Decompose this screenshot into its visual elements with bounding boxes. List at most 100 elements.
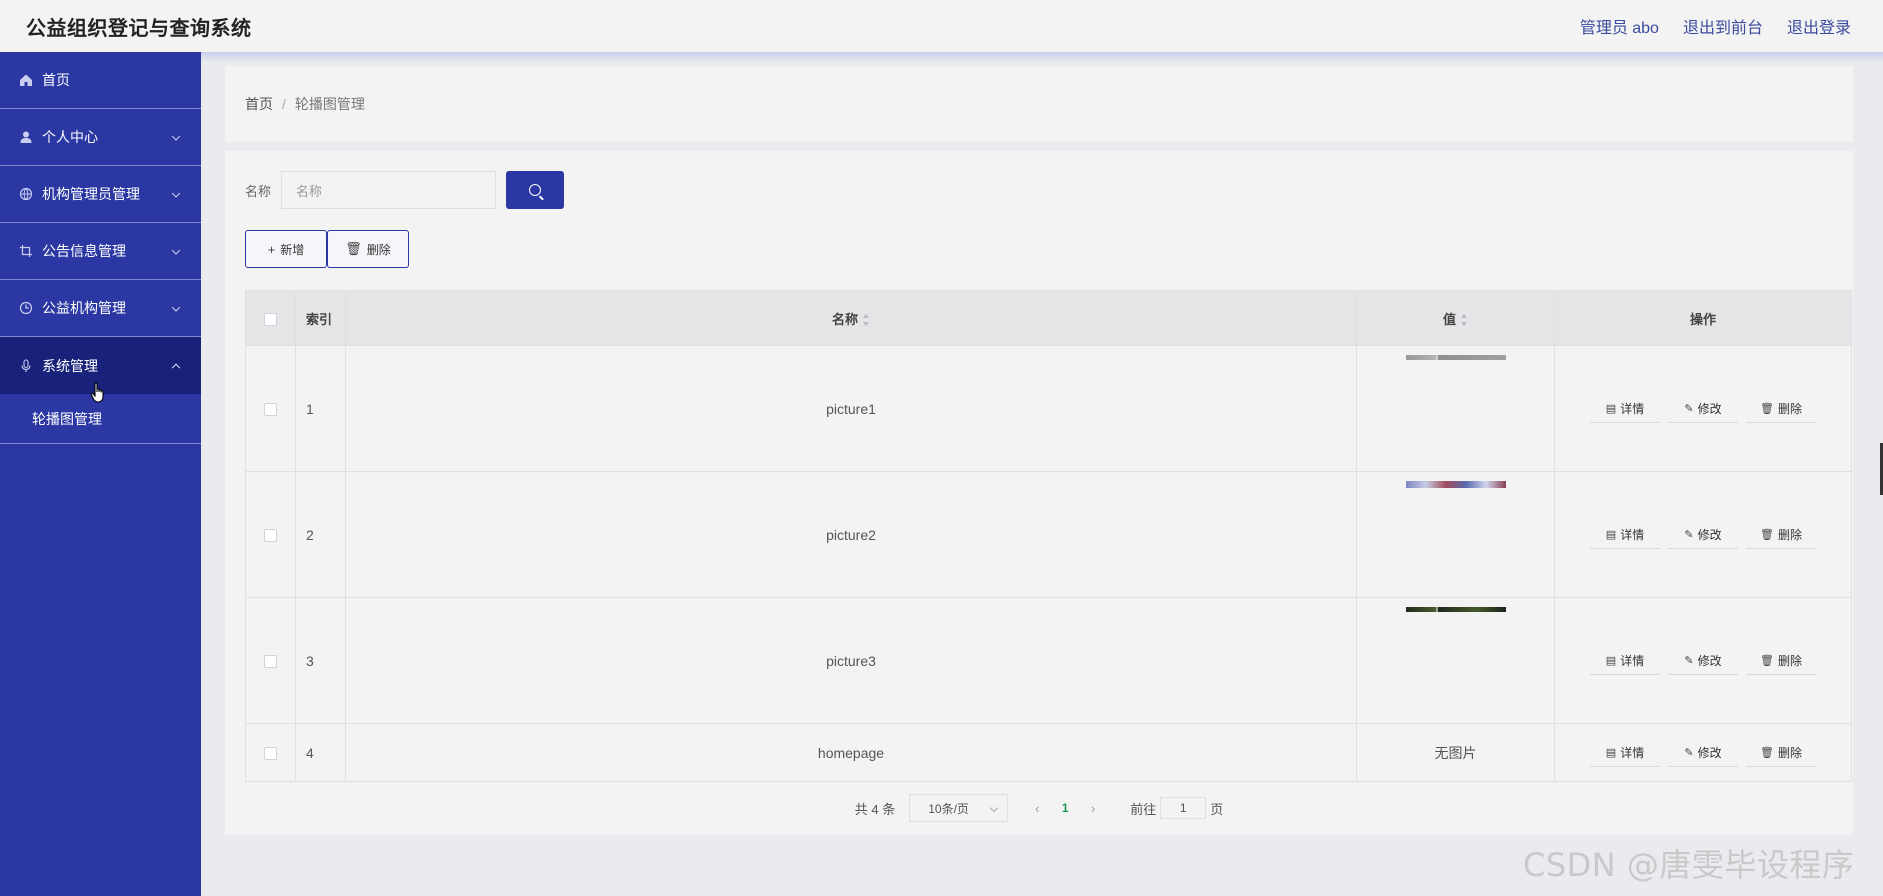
page-size-select[interactable]: 10条/页 — [909, 794, 1009, 822]
goto-label: 前往 — [1130, 801, 1157, 817]
sidebar-item-notice[interactable]: 公告信息管理 — [0, 223, 201, 280]
pencil-icon: ✎ — [1684, 402, 1694, 415]
sidebar-item-label: 公告信息管理 — [42, 243, 126, 259]
pagination: 共 4 条 10条/页 ‹ 1 › 前往 1 页 — [225, 794, 1853, 822]
edit-label: 修改 — [1697, 653, 1722, 668]
delete-button[interactable]: 🗑 删除 — [1746, 739, 1816, 767]
detail-button[interactable]: ▤ 详情 — [1590, 739, 1660, 767]
row-value-text: 无图片 — [1356, 723, 1555, 782]
edit-label: 修改 — [1697, 401, 1722, 416]
admin-user-link[interactable]: 管理员 abo — [1580, 14, 1659, 38]
row-name: homepage — [345, 723, 1357, 782]
pagination-goto: 前往 1 页 — [1130, 797, 1223, 819]
row-checkbox[interactable] — [264, 655, 277, 669]
row-value-image — [1356, 471, 1555, 598]
page-number-current[interactable]: 1 — [1052, 801, 1078, 815]
chevron-down-icon — [171, 303, 181, 312]
sort-icon[interactable] — [863, 314, 870, 327]
add-button-label: 新增 — [280, 242, 305, 257]
breadcrumb-home[interactable]: 首页 — [245, 94, 273, 114]
select-all-checkbox[interactable] — [264, 312, 277, 326]
table-row: 4 homepage 无图片 ▤ 详情 ✎ 修改 🗑 删除 — [245, 723, 1852, 782]
row-name: picture1 — [345, 345, 1357, 472]
row-value-image — [1356, 597, 1555, 724]
sidebar-item-personal-center[interactable]: 个人中心 — [0, 109, 201, 166]
carousel-table: 索引 名称 值 操作 1 picture1 ▤ 详情 ✎ 修改 🗑 删除 2 p… — [245, 290, 1852, 782]
add-button[interactable]: + 新增 — [245, 230, 327, 268]
delete-button-label: 删除 — [366, 242, 391, 257]
row-index: 3 — [295, 597, 346, 724]
detail-button[interactable]: ▤ 详情 — [1590, 647, 1660, 675]
row-name: picture2 — [345, 471, 1357, 598]
row-name: picture3 — [345, 597, 1357, 724]
prev-page-icon[interactable]: ‹ — [1022, 801, 1052, 816]
detail-button[interactable]: ▤ 详情 — [1590, 395, 1660, 423]
sidebar-item-label: 首页 — [42, 72, 70, 88]
row-ops: ▤ 详情 ✎ 修改 🗑 删除 — [1554, 345, 1852, 472]
chevron-down-icon — [171, 189, 181, 198]
header-value[interactable]: 值 — [1356, 290, 1555, 346]
row-value-image — [1356, 345, 1555, 472]
chevron-down-icon — [171, 246, 181, 255]
sidebar-item-label: 机构管理员管理 — [42, 186, 140, 202]
delete-label: 删除 — [1777, 401, 1802, 416]
sidebar: 首页 个人中心 机构管理员管理 公告信息管理 公益机构管理 系统管理 轮播图管理 — [0, 52, 201, 896]
table-row: 3 picture3 ▤ 详情 ✎ 修改 🗑 删除 — [245, 597, 1852, 724]
thumbnail-image — [1405, 481, 1506, 488]
row-checkbox[interactable] — [264, 747, 277, 761]
detail-button[interactable]: ▤ 详情 — [1590, 521, 1660, 549]
row-ops: ▤ 详情 ✎ 修改 🗑 删除 — [1554, 597, 1852, 724]
plus-icon: + — [267, 241, 276, 257]
hand-cursor-icon — [90, 382, 104, 403]
sidebar-item-charity-org[interactable]: 公益机构管理 — [0, 280, 201, 337]
breadcrumb-separator: / — [282, 96, 286, 112]
row-ops: ▤ 详情 ✎ 修改 🗑 删除 — [1554, 471, 1852, 598]
table-header-row: 索引 名称 值 操作 — [245, 290, 1852, 346]
trash-icon: 🗑 — [1760, 402, 1774, 415]
delete-button[interactable]: 🗑 删除 — [1746, 521, 1816, 549]
trash-icon: 🗑 — [345, 241, 362, 256]
search-button[interactable] — [506, 171, 565, 209]
goto-page-input[interactable]: 1 — [1160, 797, 1207, 819]
row-checkbox[interactable] — [264, 529, 277, 543]
to-front-link[interactable]: 退出到前台 — [1683, 14, 1763, 38]
row-checkbox[interactable] — [264, 403, 277, 417]
chevron-up-icon — [171, 363, 181, 372]
trash-icon: 🗑 — [1760, 528, 1774, 541]
delete-label: 删除 — [1777, 653, 1802, 668]
edit-button[interactable]: ✎ 修改 — [1668, 521, 1738, 549]
search-icon — [529, 184, 542, 196]
select-all-cell — [245, 290, 296, 346]
next-page-icon[interactable]: › — [1078, 801, 1108, 816]
edit-label: 修改 — [1697, 527, 1722, 542]
edit-button[interactable]: ✎ 修改 — [1668, 739, 1738, 767]
edit-button[interactable]: ✎ 修改 — [1668, 395, 1738, 423]
header-name-label: 名称 — [831, 311, 858, 327]
header-name[interactable]: 名称 — [345, 290, 1357, 346]
sidebar-item-home[interactable]: 首页 — [0, 52, 201, 109]
trash-icon: 🗑 — [1760, 654, 1774, 667]
user-icon — [18, 129, 34, 145]
content-card: 名称 名称 + 新增 🗑 删除 索引 名称 值 操作 1 picture1 ▤ … — [225, 151, 1853, 835]
batch-delete-button[interactable]: 🗑 删除 — [327, 230, 409, 268]
search-input[interactable]: 名称 — [281, 171, 497, 209]
header-shadow — [200, 52, 1883, 62]
pencil-icon: ✎ — [1684, 654, 1694, 667]
sort-icon[interactable] — [1461, 314, 1468, 327]
delete-button[interactable]: 🗑 删除 — [1746, 647, 1816, 675]
crop-icon — [18, 243, 34, 259]
row-index: 2 — [295, 471, 346, 598]
sidebar-item-org-admin[interactable]: 机构管理员管理 — [0, 166, 201, 223]
detail-label: 详情 — [1620, 527, 1645, 542]
pagination-total: 共 4 条 — [854, 801, 896, 817]
trash-icon: 🗑 — [1760, 746, 1774, 759]
sidebar-subitem-label: 轮播图管理 — [32, 410, 102, 427]
sidebar-item-label: 系统管理 — [42, 357, 98, 374]
row-select-cell — [245, 345, 296, 472]
sidebar-item-label: 个人中心 — [42, 129, 98, 145]
header-index: 索引 — [295, 290, 346, 346]
delete-button[interactable]: 🗑 删除 — [1746, 395, 1816, 423]
delete-label: 删除 — [1777, 527, 1802, 542]
logout-link[interactable]: 退出登录 — [1787, 14, 1851, 38]
edit-button[interactable]: ✎ 修改 — [1668, 647, 1738, 675]
